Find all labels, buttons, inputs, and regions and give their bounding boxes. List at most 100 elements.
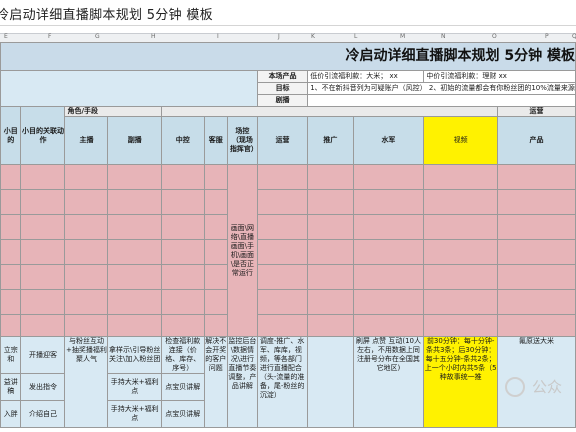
pink-cell[interactable]	[307, 239, 354, 265]
pink-cell[interactable]	[64, 214, 109, 240]
product-low-cell[interactable]: 低价引流福利款：大米； xx	[307, 70, 425, 83]
column-letter[interactable]: E	[4, 33, 8, 40]
pink-cell[interactable]	[160, 289, 205, 315]
column-letter[interactable]: N	[441, 33, 446, 40]
pink-cell[interactable]	[423, 314, 498, 337]
pink-cell[interactable]	[496, 214, 576, 240]
header-host[interactable]: 主播	[64, 116, 109, 165]
pink-cell[interactable]	[20, 164, 66, 190]
pink-cell[interactable]	[20, 289, 66, 315]
product-label-cell[interactable]: 本场产品	[256, 70, 309, 83]
scene-cell[interactable]: 画面\网络\直播画面\手机\画面\是否正常运行	[226, 164, 258, 337]
row-goal-cell[interactable]: 益讲稿	[0, 373, 22, 401]
pink-cell[interactable]	[64, 264, 109, 290]
pink-cell[interactable]	[0, 314, 22, 337]
column-letter[interactable]: H	[151, 33, 156, 40]
row-action-cell[interactable]: 介绍自己	[20, 400, 66, 428]
header-service[interactable]: 客服	[203, 116, 228, 165]
pink-cell[interactable]	[203, 214, 228, 240]
row-water-cell[interactable]: 刷屏 点赞 互动(10人左右，不用数据上同注册号分布在全国其它地区)	[352, 336, 425, 428]
row-control-cell[interactable]: 点宝贝讲解	[160, 373, 205, 401]
pink-cell[interactable]	[256, 239, 309, 265]
goal-label-cell[interactable]: 目标	[256, 82, 309, 95]
pink-cell[interactable]	[203, 239, 228, 265]
pink-cell[interactable]	[352, 164, 425, 190]
column-letter[interactable]: F	[48, 33, 51, 40]
pink-cell[interactable]	[352, 239, 425, 265]
header-cohost[interactable]: 副播	[107, 116, 162, 165]
pink-cell[interactable]	[64, 314, 109, 337]
column-letter[interactable]: O	[492, 33, 497, 40]
goal-text-cell[interactable]: 1、不在新抖音列为可疑账户（风控） 2、初始的流量都会有你粉丝团的10%流量来源	[307, 82, 576, 95]
header-video[interactable]: 视频	[423, 116, 498, 165]
product-mid-cell[interactable]: 中价引流福利款：理财 xx	[423, 70, 576, 83]
pink-cell[interactable]	[423, 264, 498, 290]
column-letter[interactable]: P	[545, 33, 549, 40]
pink-cell[interactable]	[0, 239, 22, 265]
row-cohost-cell[interactable]: 手持大米+福利点	[107, 373, 162, 401]
pink-cell[interactable]	[423, 189, 498, 215]
script-label-cell[interactable]: 剧播	[256, 94, 309, 107]
pink-cell[interactable]	[64, 164, 109, 190]
column-letter[interactable]: J	[278, 33, 280, 40]
header-water[interactable]: 水军	[352, 116, 425, 165]
pink-cell[interactable]	[20, 214, 66, 240]
pink-cell[interactable]	[107, 289, 162, 315]
column-letter[interactable]: I	[217, 33, 219, 40]
row-ops-cell[interactable]: 调度-推广、水军、库库，视频，等各部门进行直播配合（头-流量的准备，尾-粉丝的沉…	[256, 336, 309, 428]
header-role-group[interactable]: 角色/手段	[64, 106, 162, 117]
row-cohost-cell[interactable]: 拿样示\引导粉丝关注\加入粉丝团	[107, 336, 162, 374]
pink-cell[interactable]	[0, 164, 22, 190]
pink-cell[interactable]	[352, 264, 425, 290]
pink-cell[interactable]	[64, 239, 109, 265]
pink-cell[interactable]	[496, 239, 576, 265]
pink-cell[interactable]	[160, 164, 205, 190]
pink-cell[interactable]	[64, 189, 109, 215]
pink-cell[interactable]	[256, 314, 309, 337]
pink-cell[interactable]	[423, 164, 498, 190]
pink-cell[interactable]	[496, 164, 576, 190]
row-video-cell[interactable]: 前30分钟：每十分钟-条共3条；后30分钟：每十五分钟-条共2条；上一个小时内共…	[423, 336, 498, 428]
pink-cell[interactable]	[0, 264, 22, 290]
pink-cell[interactable]	[496, 289, 576, 315]
pink-cell[interactable]	[352, 314, 425, 337]
pink-cell[interactable]	[256, 189, 309, 215]
pink-cell[interactable]	[107, 189, 162, 215]
pink-cell[interactable]	[20, 239, 66, 265]
pink-cell[interactable]	[160, 239, 205, 265]
pink-cell[interactable]	[20, 314, 66, 337]
row-goal-cell[interactable]: 入胖	[0, 400, 22, 428]
pink-cell[interactable]	[107, 264, 162, 290]
row-action-cell[interactable]: 发出指令	[20, 373, 66, 401]
pink-cell[interactable]	[256, 164, 309, 190]
pink-cell[interactable]	[0, 214, 22, 240]
pink-cell[interactable]	[160, 314, 205, 337]
pink-cell[interactable]	[20, 264, 66, 290]
pink-cell[interactable]	[307, 264, 354, 290]
pink-cell[interactable]	[307, 214, 354, 240]
pink-cell[interactable]	[256, 214, 309, 240]
pink-cell[interactable]	[496, 264, 576, 290]
pink-cell[interactable]	[352, 289, 425, 315]
column-letter[interactable]: L	[354, 33, 357, 40]
header-ops2[interactable]: 运营	[496, 106, 576, 117]
pink-cell[interactable]	[352, 189, 425, 215]
pink-cell[interactable]	[496, 189, 576, 215]
row-control-cell[interactable]: 检查福利款连接（价格、库存、序号）	[160, 336, 205, 374]
pink-cell[interactable]	[203, 314, 228, 337]
row-action-cell[interactable]: 开播迎客	[20, 336, 66, 374]
pink-cell[interactable]	[107, 164, 162, 190]
header-scene[interactable]: 场控（现场指挥官）	[226, 116, 258, 165]
pink-cell[interactable]	[64, 289, 109, 315]
pink-cell[interactable]	[423, 289, 498, 315]
column-letter[interactable]: K	[311, 33, 315, 40]
sheet-title[interactable]: 冷启动详细直播脚本规划 5分钟 模板	[0, 42, 576, 71]
pink-cell[interactable]	[160, 264, 205, 290]
column-letter[interactable]: Q	[572, 33, 576, 40]
info-left-blank[interactable]	[0, 70, 258, 107]
header-goal[interactable]: 小目的	[0, 106, 22, 165]
pink-cell[interactable]	[256, 264, 309, 290]
row-goal-cell[interactable]: 立宗和	[0, 336, 22, 374]
pink-cell[interactable]	[307, 189, 354, 215]
pink-cell[interactable]	[496, 314, 576, 337]
